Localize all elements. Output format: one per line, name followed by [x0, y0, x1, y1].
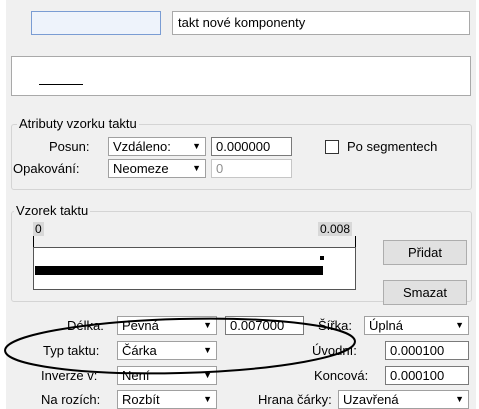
- highlight-ellipse: [4, 317, 356, 375]
